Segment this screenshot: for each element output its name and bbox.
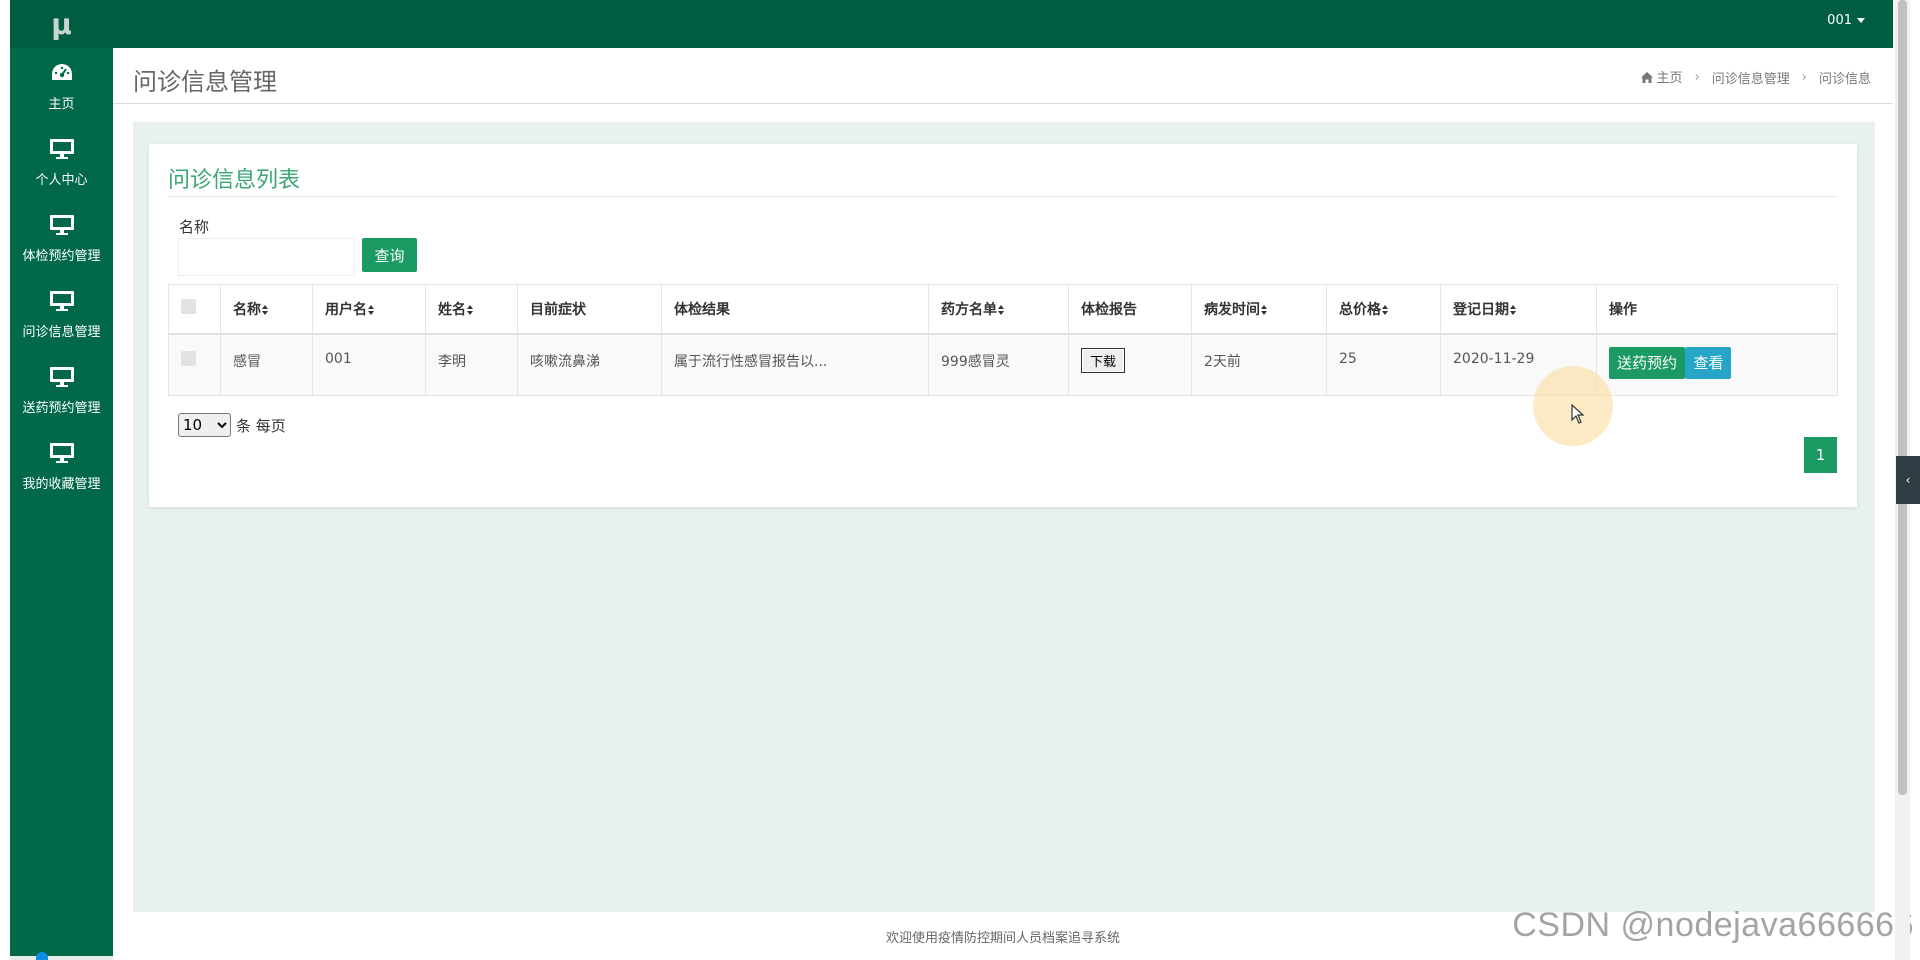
- page-size-text: 条 每页: [236, 416, 286, 435]
- select-all-checkbox[interactable]: [181, 299, 196, 315]
- cell-actions: 送药预约 查看: [1596, 333, 1838, 396]
- caret-down-icon: [1857, 18, 1865, 23]
- cell-report: 下载: [1068, 333, 1192, 396]
- sort-icon: [998, 304, 1004, 315]
- row-select-cell: [168, 333, 221, 396]
- mouse-cursor-icon: [1571, 403, 1585, 428]
- page-header: 问诊信息管理 主页 › 问诊信息管理 › 问诊信息: [113, 48, 1893, 104]
- left-edge-strip: [0, 0, 10, 960]
- cell-prescription: 999感冒灵: [928, 333, 1069, 396]
- cell-realname: 李明: [425, 333, 518, 396]
- page-title: 问诊信息管理: [133, 68, 277, 96]
- column-header: 体检报告: [1068, 284, 1192, 335]
- sidebar-item-favorites[interactable]: 我的收藏管理: [10, 428, 113, 504]
- breadcrumb-item[interactable]: 问诊信息管理: [1712, 68, 1790, 87]
- sort-icon: [1510, 304, 1516, 315]
- download-report-button[interactable]: 下载: [1081, 347, 1126, 373]
- page-size-control: 10 20 50 条 每页: [178, 413, 286, 437]
- sidebar-item-home[interactable]: 主页: [10, 48, 113, 124]
- sort-icon: [1382, 304, 1388, 315]
- sort-icon: [1261, 304, 1267, 315]
- cell-username: 001: [312, 333, 426, 396]
- cell-price: 25: [1326, 333, 1441, 396]
- monitor-icon: [48, 137, 76, 161]
- top-bar: 001: [113, 0, 1893, 48]
- column-header: 操作: [1596, 284, 1838, 335]
- column-header[interactable]: 病发时间: [1191, 284, 1327, 335]
- sidebar-item-label: 问诊信息管理: [22, 324, 101, 340]
- search-button[interactable]: 查询: [362, 238, 417, 272]
- column-header[interactable]: 登记日期: [1440, 284, 1597, 335]
- sidebar: μ 主页 个人中心 体检预约管理 问诊信息管理 送药预约管理 我的收藏管理: [10, 0, 113, 960]
- sidebar-item-label: 主页: [48, 96, 75, 112]
- collapse-panel-tab[interactable]: ‹: [1896, 456, 1920, 504]
- breadcrumb: 主页 › 问诊信息管理 › 问诊信息: [1640, 67, 1871, 87]
- page-size-select[interactable]: 10 20 50: [178, 413, 231, 437]
- indicator-icon: [36, 952, 48, 960]
- sidebar-bottom-bar: [10, 952, 113, 960]
- breadcrumb-home-label: 主页: [1656, 71, 1683, 86]
- sidebar-item-delivery-appointment[interactable]: 送药预约管理: [10, 352, 113, 428]
- chevron-left-icon: ‹: [1905, 473, 1911, 487]
- user-name: 001: [1827, 13, 1852, 28]
- table-header-row: 名称 用户名 姓名 目前症状 体检结果 药方名单 体检报告 病发时间 总价格 登…: [168, 284, 1838, 335]
- user-menu[interactable]: 001: [1827, 13, 1865, 28]
- select-all-cell: [168, 284, 221, 335]
- scrollbar-thumb[interactable]: [1898, 0, 1907, 795]
- column-header[interactable]: 姓名: [425, 284, 518, 335]
- sidebar-item-checkup-appointment[interactable]: 体检预约管理: [10, 200, 113, 276]
- row-checkbox[interactable]: [181, 350, 196, 366]
- sort-icon: [368, 304, 374, 315]
- monitor-icon: [48, 289, 76, 313]
- column-header[interactable]: 总价格: [1326, 284, 1441, 335]
- sidebar-item-consultation[interactable]: 问诊信息管理: [10, 276, 113, 352]
- sidebar-item-personal-center[interactable]: 个人中心: [10, 124, 113, 200]
- sort-icon: [262, 304, 268, 315]
- column-header: 目前症状: [517, 284, 662, 335]
- breadcrumb-current: 问诊信息: [1818, 71, 1871, 87]
- pagination-page-1[interactable]: 1: [1804, 437, 1837, 473]
- monitor-icon: [48, 441, 76, 465]
- sidebar-item-label: 送药预约管理: [22, 400, 101, 416]
- cell-onset: 2天前: [1191, 333, 1327, 396]
- app-logo[interactable]: μ: [10, 0, 113, 48]
- sidebar-item-label: 我的收藏管理: [22, 476, 101, 492]
- panel-title: 问诊信息列表: [168, 168, 301, 193]
- column-header[interactable]: 用户名: [312, 284, 426, 335]
- divider: [168, 196, 1838, 197]
- search-input[interactable]: [178, 238, 355, 276]
- sort-icon: [467, 304, 473, 315]
- home-icon: [1640, 72, 1653, 87]
- monitor-icon: [48, 365, 76, 389]
- dashboard-icon: [48, 61, 76, 85]
- watermark: CSDN @nodejava666666: [1512, 906, 1914, 944]
- list-panel: 问诊信息列表 名称 查询 名称 用户名 姓名 目前症状 体检结果 药方名单 体检…: [149, 144, 1857, 507]
- delivery-appointment-button[interactable]: 送药预约: [1609, 346, 1686, 379]
- column-header[interactable]: 药方名单: [928, 284, 1069, 335]
- breadcrumb-home[interactable]: 主页: [1640, 67, 1683, 87]
- cell-name: 感冒: [220, 333, 313, 396]
- cell-symptoms: 咳嗽流鼻涕: [517, 333, 662, 396]
- chevron-right-icon: ›: [1801, 69, 1807, 85]
- view-button[interactable]: 查看: [1685, 346, 1732, 379]
- cell-result: 属于流行性感冒报告以...: [661, 333, 929, 396]
- sidebar-item-label: 个人中心: [35, 172, 88, 188]
- column-header[interactable]: 名称: [220, 284, 313, 335]
- chevron-right-icon: ›: [1694, 69, 1700, 85]
- search-label: 名称: [179, 218, 210, 236]
- monitor-icon: [48, 213, 76, 237]
- sidebar-item-label: 体检预约管理: [22, 248, 101, 264]
- column-header: 体检结果: [661, 284, 929, 335]
